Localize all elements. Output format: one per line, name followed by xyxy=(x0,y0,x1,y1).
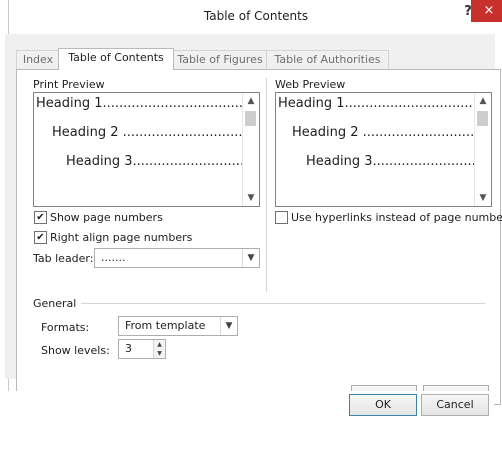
tab-table-of-authorities[interactable]: Table of Authorities xyxy=(266,50,389,69)
web-preview-heading-2: Heading 2 ..............................… xyxy=(292,125,492,140)
scroll-down-arrow-icon[interactable]: ▼ xyxy=(477,193,489,203)
tab-content: Print Preview Heading 1.................… xyxy=(16,69,502,407)
print-preview-scrollbar[interactable]: ▲ ▼ xyxy=(242,93,259,206)
tab-table-of-contents[interactable]: Table of Contents xyxy=(58,48,174,70)
right-align-label: Right align page numbers xyxy=(50,231,193,244)
use-hyperlinks-label: Use hyperlinks instead of page numbers xyxy=(291,211,502,224)
close-button[interactable]: × xyxy=(471,0,502,22)
web-preview-box: Heading 1...............................… xyxy=(275,92,492,207)
print-preview-heading-3: Heading 3........................... 5 xyxy=(66,154,257,169)
web-preview-heading-3: Heading 3........................... 5 xyxy=(306,154,492,169)
web-preview-label: Web Preview xyxy=(275,78,346,91)
show-page-numbers-checkbox[interactable]: ✔ xyxy=(34,211,47,224)
ok-button[interactable]: OK xyxy=(349,394,417,416)
general-divider xyxy=(81,303,485,304)
scroll-up-arrow-icon[interactable]: ▲ xyxy=(245,96,257,106)
tab-leader-select[interactable]: ....... ▼ xyxy=(94,248,260,268)
right-align-checkbox[interactable]: ✔ xyxy=(34,231,47,244)
formats-label: Formats: xyxy=(41,321,90,334)
print-preview-box: Heading 1...............................… xyxy=(33,92,260,207)
tab-leader-value: ....... xyxy=(101,251,126,264)
web-preview-heading-1: Heading 1...............................… xyxy=(278,96,491,111)
print-preview-heading-2: Heading 2 ..............................… xyxy=(52,125,260,140)
dialog-title: Table of Contents xyxy=(203,9,309,23)
formats-select[interactable]: From template ▼ xyxy=(118,316,238,336)
use-hyperlinks-checkbox[interactable] xyxy=(275,211,288,224)
spinner-icon[interactable]: ▲ ▼ xyxy=(153,340,165,358)
show-levels-label: Show levels: xyxy=(41,344,110,357)
dialog-footer: OK Cancel xyxy=(0,391,494,452)
show-levels-value: 3 xyxy=(125,342,132,355)
chevron-down-icon[interactable]: ▼ xyxy=(242,249,259,267)
tab-table-of-figures[interactable]: Table of Figures xyxy=(172,50,268,69)
tab-index[interactable]: Index xyxy=(16,50,60,69)
print-preview-heading-1: Heading 1...............................… xyxy=(36,96,260,111)
general-group-label: General xyxy=(33,297,77,310)
scroll-up-arrow-icon[interactable]: ▲ xyxy=(477,96,489,106)
vertical-divider xyxy=(266,78,267,292)
chevron-down-icon[interactable]: ▼ xyxy=(220,317,237,335)
scroll-down-arrow-icon[interactable]: ▼ xyxy=(245,193,257,203)
title-bar: Table of Contents ? × xyxy=(9,0,502,34)
tab-leader-label: Tab leader: xyxy=(33,252,94,265)
show-levels-input[interactable]: 3 ▲ ▼ xyxy=(118,339,166,359)
print-preview-label: Print Preview xyxy=(33,78,105,91)
web-preview-scrollbar[interactable]: ▲ ▼ xyxy=(474,93,491,206)
scroll-thumb[interactable] xyxy=(245,111,256,126)
formats-value: From template xyxy=(125,319,206,332)
cancel-button[interactable]: Cancel xyxy=(421,394,489,416)
show-page-numbers-label: Show page numbers xyxy=(50,211,163,224)
scroll-thumb[interactable] xyxy=(477,111,488,126)
